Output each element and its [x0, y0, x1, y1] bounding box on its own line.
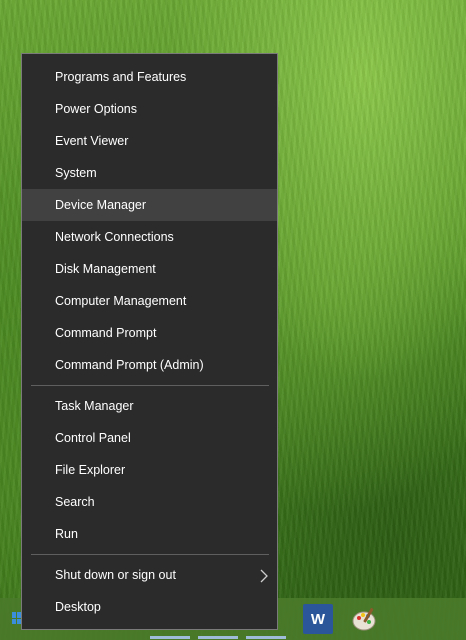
menu-item-computer-management[interactable]: Computer Management: [22, 285, 277, 317]
menu-separator: [22, 550, 277, 559]
taskbar-indicator: [150, 636, 190, 639]
menu-item-label: Run: [55, 527, 78, 541]
menu-item-run[interactable]: Run: [22, 518, 277, 550]
menu-item-label: Search: [55, 495, 95, 509]
menu-item-label: System: [55, 166, 97, 180]
quick-link-menu: Programs and Features Power Options Even…: [21, 53, 278, 630]
paint-icon[interactable]: [350, 604, 380, 634]
palette-icon: [352, 607, 376, 631]
menu-item-shut-down-or-sign-out[interactable]: Shut down or sign out: [22, 559, 277, 591]
menu-item-command-prompt[interactable]: Command Prompt: [22, 317, 277, 349]
menu-item-file-explorer[interactable]: File Explorer: [22, 454, 277, 486]
menu-item-network-connections[interactable]: Network Connections: [22, 221, 277, 253]
menu-item-label: Control Panel: [55, 431, 131, 445]
menu-item-label: Disk Management: [55, 262, 156, 276]
menu-item-control-panel[interactable]: Control Panel: [22, 422, 277, 454]
menu-item-programs-and-features[interactable]: Programs and Features: [22, 61, 277, 93]
menu-item-label: Network Connections: [55, 230, 174, 244]
menu-item-task-manager[interactable]: Task Manager: [22, 390, 277, 422]
menu-item-system[interactable]: System: [22, 157, 277, 189]
menu-item-label: Task Manager: [55, 399, 134, 413]
menu-item-power-options[interactable]: Power Options: [22, 93, 277, 125]
menu-item-disk-management[interactable]: Disk Management: [22, 253, 277, 285]
chevron-right-icon: [260, 559, 268, 591]
menu-item-label: Desktop: [55, 600, 101, 614]
menu-item-label: File Explorer: [55, 463, 126, 477]
menu-item-label: Shut down or sign out: [55, 568, 176, 582]
menu-group-apps: Task Manager Control Panel File Explorer…: [22, 390, 277, 550]
menu-item-label: Power Options: [55, 102, 137, 116]
menu-item-label: Programs and Features: [55, 70, 187, 84]
menu-group-system-tools: Programs and Features Power Options Even…: [22, 61, 277, 381]
word-icon[interactable]: W: [303, 604, 333, 634]
menu-item-label: Command Prompt: [55, 326, 157, 340]
menu-group-power: Shut down or sign out Desktop: [22, 559, 277, 623]
menu-item-label: Computer Management: [55, 294, 187, 308]
menu-item-desktop[interactable]: Desktop: [22, 591, 277, 623]
menu-item-search[interactable]: Search: [22, 486, 277, 518]
menu-item-label: Device Manager: [55, 198, 147, 212]
taskbar-indicator: [246, 636, 286, 639]
menu-item-device-manager[interactable]: Device Manager: [22, 189, 277, 221]
word-icon-letter: W: [310, 610, 326, 628]
menu-item-label: Event Viewer: [55, 134, 129, 148]
menu-separator: [22, 381, 277, 390]
menu-item-command-prompt-admin[interactable]: Command Prompt (Admin): [22, 349, 277, 381]
windows-start-icon[interactable]: [12, 612, 21, 624]
menu-item-label: Command Prompt (Admin): [55, 358, 204, 372]
taskbar-indicator: [198, 636, 238, 639]
menu-item-event-viewer[interactable]: Event Viewer: [22, 125, 277, 157]
